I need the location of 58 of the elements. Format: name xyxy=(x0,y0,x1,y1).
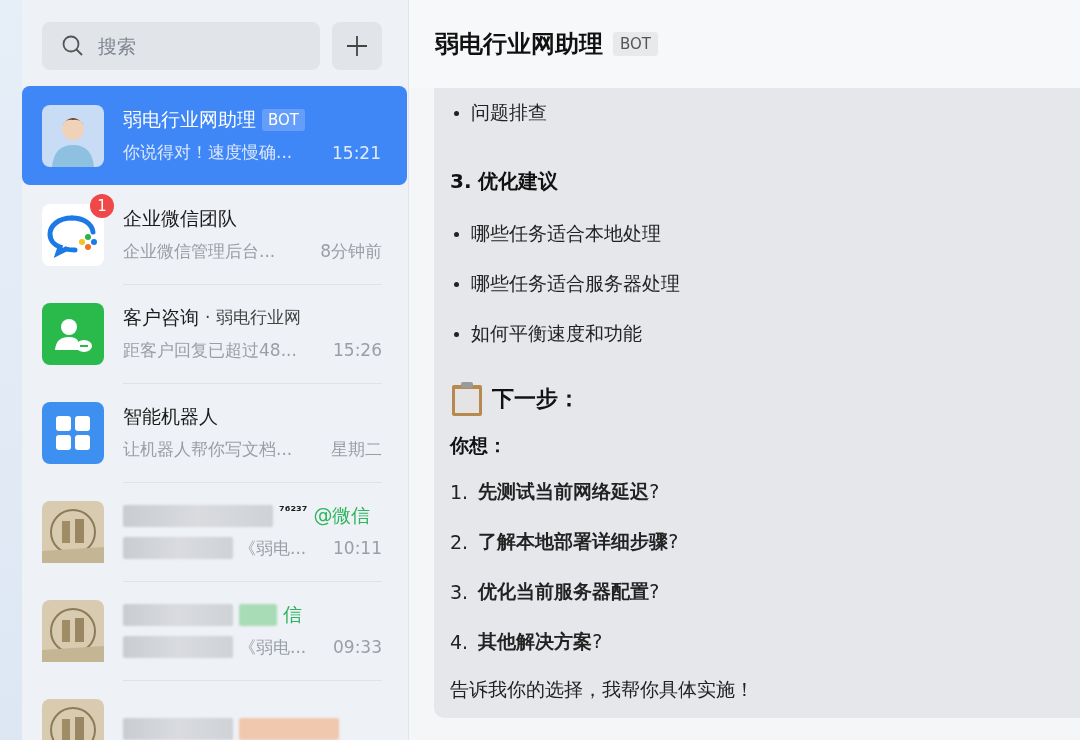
chat-item[interactable]: 智能机器人 让机器人帮你写文档... 星期二 xyxy=(22,383,408,482)
chat-name: 企业微信团队 xyxy=(123,205,237,231)
grid-icon xyxy=(42,401,104,464)
chat-source: · 弱电行业网 xyxy=(205,306,301,329)
search-icon xyxy=(62,35,84,57)
message-time: 星期二 xyxy=(331,437,382,461)
chat-item[interactable]: ⁷⁶²³⁷ @微信 《弱电... 10:11 xyxy=(22,482,408,581)
list-number: 4. xyxy=(450,631,469,653)
message-preview: 让机器人帮你写文档... xyxy=(123,437,294,461)
prompt-text: 你想： xyxy=(450,433,508,458)
chat-name-suffix: @微信 xyxy=(313,502,371,528)
list-item: 哪些任务适合服务器处理 xyxy=(471,271,680,296)
list-item: 如何平衡速度和功能 xyxy=(471,321,642,346)
bullet-icon xyxy=(454,281,459,287)
chat-item[interactable]: 客户咨询 · 弱电行业网 距客户回复已超过48... 15:26 xyxy=(22,284,408,383)
message-time: 8分钟前 xyxy=(320,239,382,263)
chat-name: 智能机器人 xyxy=(123,403,218,429)
list-item: 问题排查 xyxy=(471,100,547,125)
list-item: 了解本地部署详细步骤? xyxy=(478,529,679,554)
bullet-icon xyxy=(454,331,459,337)
bot-tag: BOT xyxy=(613,32,658,56)
message-preview: 《弱电... xyxy=(239,536,308,560)
message-time: 15:21 xyxy=(332,142,381,163)
bullet-icon xyxy=(454,110,459,116)
list-number: 1. xyxy=(450,481,469,503)
message-preview: 距客户回复已超过48... xyxy=(123,338,298,362)
list-item: 优化当前服务器配置? xyxy=(478,579,660,604)
chat-item[interactable]: 弱电行业网助理 BOT 你说得对！速度慢确... 15:21 xyxy=(22,86,407,185)
clipboard-icon xyxy=(450,381,484,417)
chat-name: 客户咨询 xyxy=(123,304,199,330)
list-number: 2. xyxy=(450,531,469,553)
message-time: 09:33 xyxy=(333,637,382,657)
message-text: 告诉我你的选择，我帮你具体实施！ xyxy=(450,677,755,702)
chat-name-suffix: 信 xyxy=(283,601,302,627)
list-item: 其他解决方案? xyxy=(478,629,603,654)
message-preview: 你说得对！速度慢确... xyxy=(123,141,294,164)
message-preview: 企业微信管理后台... xyxy=(123,239,277,263)
plus-icon xyxy=(346,35,368,57)
bullet-icon xyxy=(454,231,459,237)
list-item: 先测试当前网络延迟? xyxy=(478,479,660,504)
message-preview: 《弱电... xyxy=(239,635,308,659)
contact-icon xyxy=(42,302,104,365)
message-time: 15:26 xyxy=(333,340,382,360)
section-heading: 3. 优化建议 xyxy=(450,168,560,195)
section-heading: 下一步： xyxy=(492,385,580,413)
chat-item[interactable]: 1 企业微信团队 企业微信管理后台... 8分钟前 xyxy=(22,185,408,284)
unread-badge: 1 xyxy=(90,193,114,218)
bot-tag: BOT xyxy=(262,109,305,131)
chat-name: ⁷⁶²³⁷ xyxy=(279,502,308,518)
list-item: 哪些任务适合本地处理 xyxy=(471,221,661,246)
person-avatar xyxy=(42,104,104,167)
message-time: 10:11 xyxy=(333,538,382,558)
list-number: 3. xyxy=(450,581,469,603)
add-button[interactable] xyxy=(332,22,382,70)
chat-title: 弱电行业网助理 xyxy=(435,29,603,60)
chat-name: 弱电行业网助理 xyxy=(123,107,256,132)
search-field[interactable]: 搜索 xyxy=(42,22,320,70)
blurred-name xyxy=(239,603,277,626)
